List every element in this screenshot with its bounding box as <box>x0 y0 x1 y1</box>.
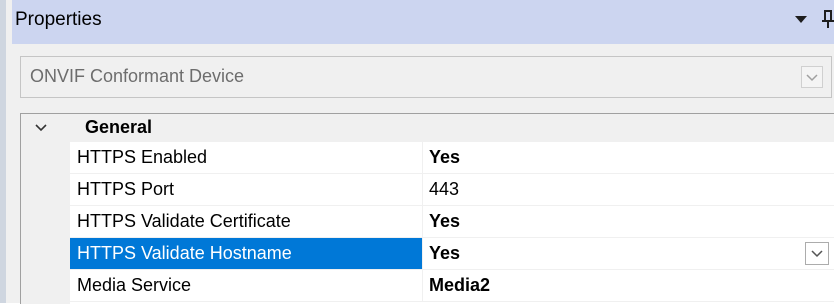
property-row-https-validate-certificate[interactable]: HTTPS Validate Certificate Yes <box>70 206 834 238</box>
chevron-down-icon <box>35 124 47 132</box>
object-selector-dropdown[interactable]: ONVIF Conformant Device <box>20 56 832 98</box>
property-row-media-service[interactable]: Media Service Media2 <box>70 270 834 302</box>
category-label: General <box>85 117 153 137</box>
property-value[interactable]: Yes <box>423 238 834 269</box>
property-rows: HTTPS Enabled Yes HTTPS Port 443 HTTPS V… <box>70 142 834 302</box>
pin-icon-graphic <box>822 10 834 28</box>
value-dropdown-button[interactable] <box>805 242 829 265</box>
window-position-dropdown-icon[interactable] <box>795 16 807 23</box>
property-name: HTTPS Enabled <box>70 142 423 173</box>
object-selector-value: ONVIF Conformant Device <box>30 66 245 86</box>
property-name: HTTPS Validate Certificate <box>70 206 423 237</box>
property-value[interactable]: Yes <box>423 142 834 173</box>
pin-icon[interactable] <box>820 8 834 30</box>
panel-titlebar[interactable]: Properties <box>12 0 834 44</box>
property-name: Media Service <box>70 270 423 301</box>
properties-panel: Properties ONVIF Conformant Device Gener… <box>0 0 834 304</box>
property-value[interactable]: Yes <box>423 206 834 237</box>
property-value[interactable]: Media2 <box>423 270 834 301</box>
property-name: HTTPS Validate Hostname <box>70 238 423 269</box>
chevron-down-icon <box>811 250 823 258</box>
selector-dropdown-button[interactable] <box>801 66 823 88</box>
chevron-down-icon <box>806 74 818 82</box>
property-grid: General HTTPS Enabled Yes HTTPS Port 443… <box>20 113 834 304</box>
property-row-https-enabled[interactable]: HTTPS Enabled Yes <box>70 142 834 174</box>
property-row-https-validate-hostname[interactable]: HTTPS Validate Hostname Yes <box>70 238 834 270</box>
property-name: HTTPS Port <box>70 174 423 205</box>
category-general[interactable]: General <box>21 114 834 142</box>
panel-title: Properties <box>15 9 102 30</box>
grid-gutter <box>21 142 70 304</box>
collapse-chevron-icon[interactable] <box>33 120 49 136</box>
property-row-https-port[interactable]: HTTPS Port 443 <box>70 174 834 206</box>
property-value[interactable]: 443 <box>423 174 834 205</box>
